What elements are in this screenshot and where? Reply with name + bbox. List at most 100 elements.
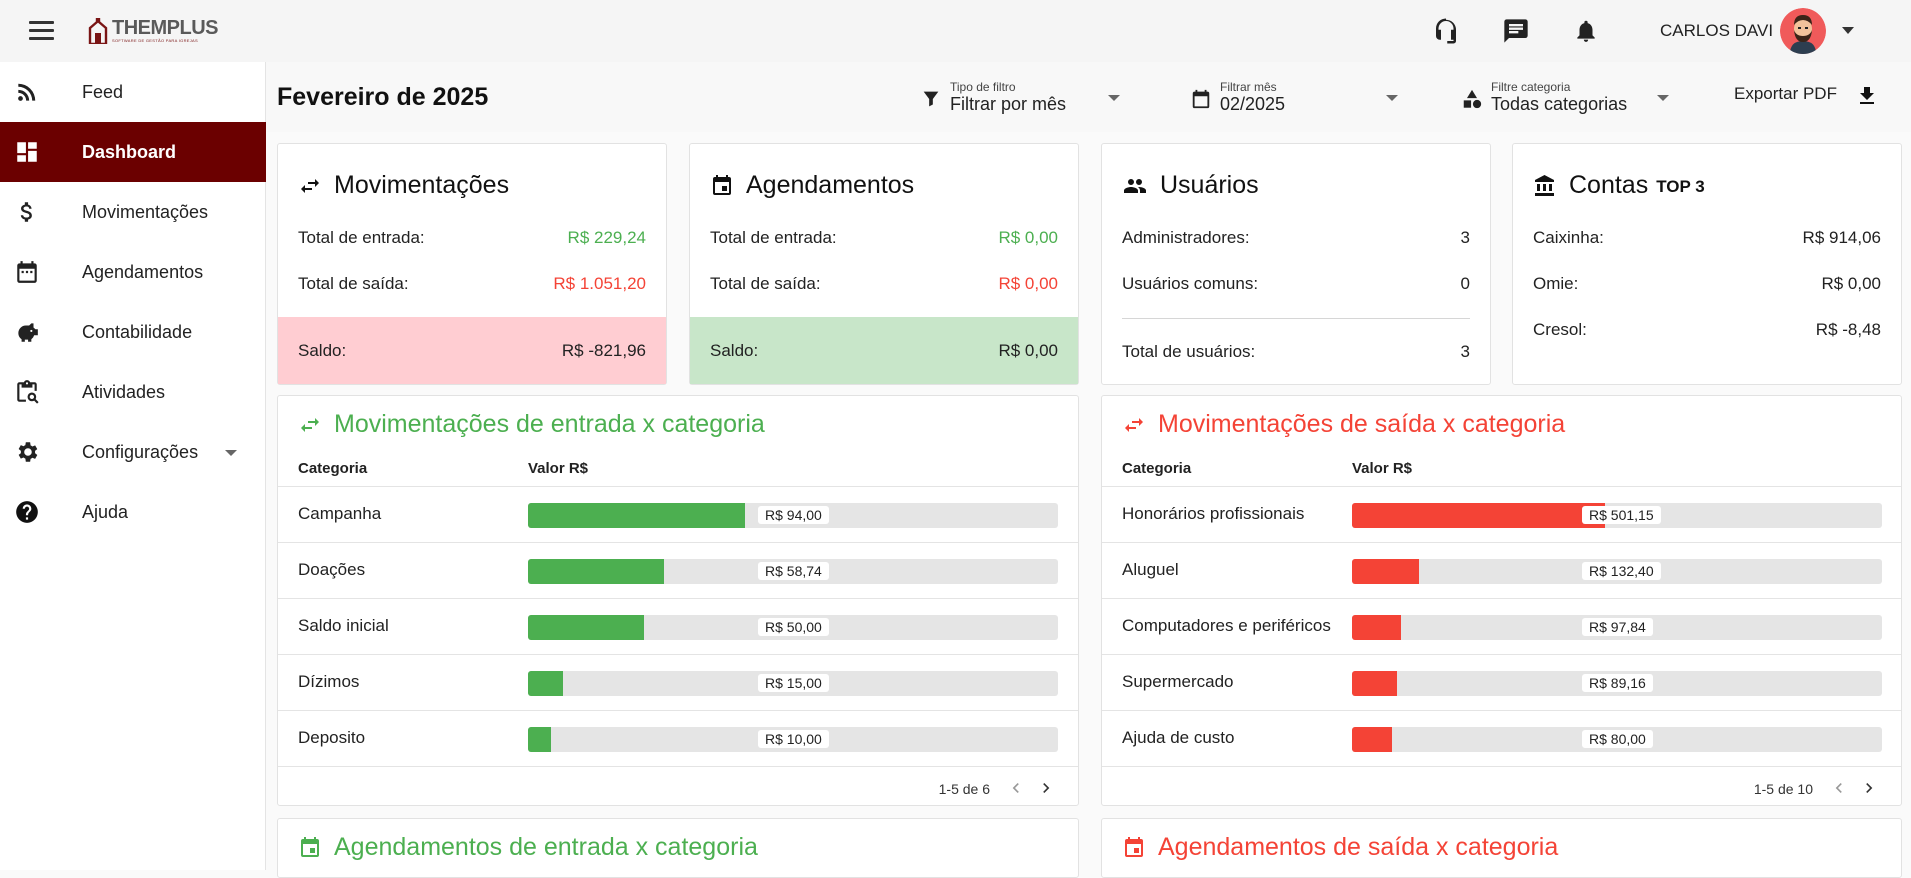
chat-icon[interactable] [1501, 16, 1531, 46]
saida-label: Total de saída: [710, 274, 821, 293]
entrada-row: Total de entrada: R$ 0,00 [710, 228, 1058, 248]
avatar[interactable] [1780, 8, 1826, 54]
card-movimentacoes: Movimentações Total de entrada: R$ 229,2… [277, 143, 667, 385]
dollar-icon [20, 202, 32, 222]
value-bar-track: R$ 50,00 [528, 615, 1058, 640]
comuns-row: Usuários comuns: 0 [1122, 274, 1470, 294]
total-row: Total de usuários: 3 [1122, 342, 1470, 362]
table-row: Saldo inicial R$ 50,00 [278, 598, 1078, 654]
column-header-categoria[interactable]: Categoria [1122, 460, 1191, 477]
table-row: Honorários profissionais R$ 501,15 [1102, 486, 1901, 542]
saida-row: Total de saída: R$ 0,00 [710, 274, 1058, 294]
value-label: R$ 132,40 [1582, 562, 1661, 580]
value-bar-track: R$ 94,00 [528, 503, 1058, 528]
dashboard-icon [17, 142, 37, 162]
card-agendamentos: Agendamentos Total de entrada: R$ 0,00 T… [689, 143, 1079, 385]
pagination-text: 1-5 de 10 [1753, 781, 1813, 797]
sidebar-item-movimentacoes[interactable]: Movimentações [0, 182, 266, 242]
table-row: Aluguel R$ 132,40 [1102, 542, 1901, 598]
church-logo-icon [88, 18, 108, 44]
table-title: Agendamentos de entrada x categoria [298, 833, 758, 862]
user-menu-caret-icon[interactable] [1842, 27, 1854, 34]
value-bar-fill [1352, 503, 1605, 528]
brand-logo[interactable]: THEMPLUS SOFTWARE DE GESTÃO PARA IGREJAS [88, 18, 219, 48]
bank-icon [1535, 174, 1554, 196]
chevron-left-icon[interactable] [1829, 778, 1849, 798]
conta-row: Cresol: R$ -8,48 [1533, 320, 1881, 340]
filter-month-label: Filtrar mês [1220, 80, 1277, 94]
card-title: Movimentações [298, 171, 509, 200]
column-header-valor[interactable]: Valor R$ [528, 460, 588, 477]
table-row: Deposito R$ 10,00 [278, 710, 1078, 766]
comuns-value: 0 [1460, 274, 1470, 293]
swap-arrows-icon [301, 178, 319, 193]
conta-label: Caixinha: [1533, 228, 1604, 247]
users-icon [1124, 178, 1146, 193]
sidebar-item-label: Feed [82, 81, 124, 102]
headset-support-icon[interactable] [1431, 16, 1461, 46]
sidebar-item-configuracoes[interactable]: Configurações [0, 422, 266, 482]
swap-arrows-icon [301, 417, 319, 432]
logo-tagline: SOFTWARE DE GESTÃO PARA IGREJAS [112, 38, 198, 43]
calendar-event-icon [713, 174, 731, 195]
column-header-categoria[interactable]: Categoria [298, 460, 367, 477]
conta-value: R$ 0,00 [1821, 274, 1881, 293]
table-title: Movimentações de entrada x categoria [298, 410, 765, 439]
calendar-icon [1192, 89, 1210, 109]
value-bar-fill [528, 559, 664, 584]
table-pagination: 1-5 de 10 [1601, 766, 1901, 806]
chevron-right-icon[interactable] [1859, 778, 1879, 798]
column-header-valor[interactable]: Valor R$ [1352, 460, 1412, 477]
value-bar-fill [528, 727, 551, 752]
table-row: Doações R$ 58,74 [278, 542, 1078, 598]
user-name[interactable]: CARLOS DAVI [1660, 21, 1773, 41]
chevron-left-icon[interactable] [1006, 778, 1026, 798]
filter-type-select[interactable]: Tipo de filtro Filtrar por mês [920, 78, 1120, 118]
value-bar-track: R$ 89,16 [1352, 671, 1882, 696]
value-bar-fill [1352, 727, 1392, 752]
sidebar-item-contabilidade[interactable]: Contabilidade [0, 302, 266, 362]
category-name: Aluguel [1122, 560, 1179, 579]
sidebar-item-feed[interactable]: Feed [0, 62, 266, 122]
filter-month-select[interactable]: Filtrar mês 02/2025 [1190, 78, 1410, 118]
value-label: R$ 89,16 [1582, 674, 1653, 692]
table-row: Dízimos R$ 15,00 [278, 654, 1078, 710]
saldo-row: Saldo: R$ 0,00 [690, 317, 1078, 384]
sidebar-item-dashboard[interactable]: Dashboard [0, 122, 266, 182]
export-pdf-button[interactable]: Exportar PDF [1734, 84, 1837, 104]
sidebar-item-agendamentos[interactable]: Agendamentos [0, 242, 266, 302]
sidebar-item-label: Dashboard [82, 141, 177, 162]
menu-icon[interactable] [29, 21, 54, 41]
chevron-down-icon [1386, 95, 1398, 101]
card-agendamentos-saida-categoria: Agendamentos de saída x categoria [1101, 818, 1902, 878]
chevron-down-icon [1657, 95, 1669, 101]
download-icon[interactable] [1855, 84, 1879, 108]
category-name: Ajuda de custo [1122, 728, 1235, 747]
chevron-right-icon[interactable] [1036, 778, 1056, 798]
filter-category-select[interactable]: Filtre categoria Todas categorias [1461, 78, 1681, 118]
table-row: Ajuda de custo R$ 80,00 [1102, 710, 1901, 766]
saida-value: R$ 0,00 [998, 274, 1058, 293]
card-title: Usuários [1122, 171, 1259, 200]
value-bar-fill [528, 671, 563, 696]
category-name: Doações [298, 560, 366, 579]
bell-icon[interactable] [1571, 16, 1601, 46]
value-bar-track: R$ 132,40 [1352, 559, 1882, 584]
table-saida-categoria: Movimentações de saída x categoria Categ… [1101, 395, 1902, 806]
swap-arrows-icon [1125, 417, 1143, 432]
sidebar-item-ajuda[interactable]: Ajuda [0, 482, 266, 542]
card-title-text: Contas [1569, 171, 1649, 199]
category-name: Dízimos [298, 672, 360, 691]
value-label: R$ 15,00 [758, 674, 829, 692]
sidebar-item-atividades[interactable]: Atividades [0, 362, 266, 422]
sidebar-item-label: Contabilidade [82, 321, 193, 342]
sidebar-item-label: Ajuda [82, 501, 129, 522]
value-bar-track: R$ 15,00 [528, 671, 1058, 696]
saldo-label: Saldo: [298, 340, 347, 360]
table-pagination: 1-5 de 6 [778, 766, 1078, 806]
card-title-text: Movimentações [334, 171, 510, 199]
value-label: R$ 97,84 [1582, 618, 1653, 636]
table-title: Agendamentos de saída x categoria [1122, 833, 1558, 862]
saldo-value: R$ -821,96 [561, 340, 646, 360]
sidebar-item-label: Agendamentos [82, 261, 204, 282]
